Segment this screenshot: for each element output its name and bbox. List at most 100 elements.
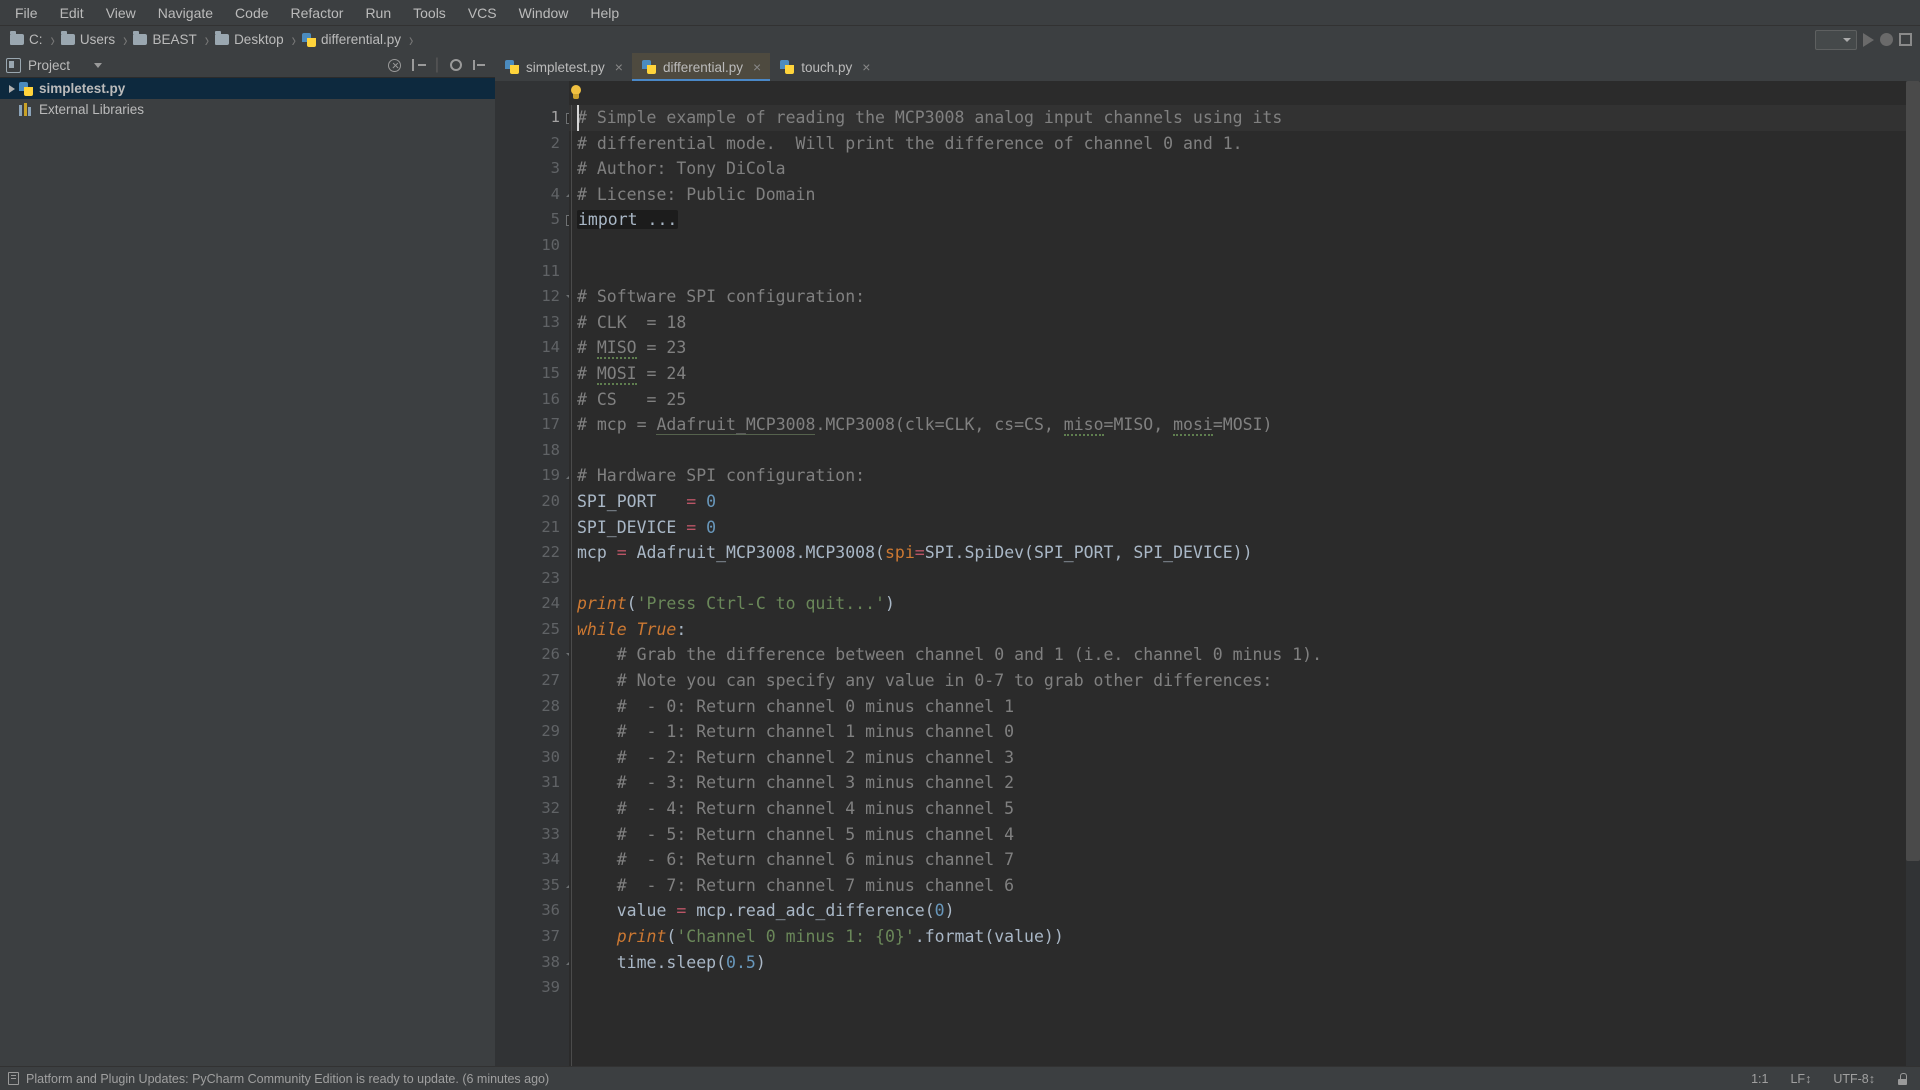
status-message[interactable]: Platform and Plugin Updates: PyCharm Com… [26, 1072, 549, 1086]
gutter-line-4[interactable]: 4 [495, 182, 569, 208]
gutter-line-2[interactable]: 2 [495, 131, 569, 157]
breadcrumb-item-differential-py[interactable]: differential.py [302, 32, 401, 47]
code-line-23[interactable] [569, 566, 1906, 592]
menu-item-run[interactable]: Run [354, 2, 402, 24]
gutter-line-18[interactable]: 18 [495, 438, 569, 464]
code-line-14[interactable]: # MISO = 23 [569, 335, 1906, 361]
gutter-line-29[interactable]: 29 [495, 719, 569, 745]
code-line-5[interactable]: import ... [569, 207, 1906, 233]
editor-tab-simpletest-py[interactable]: simpletest.py× [495, 53, 632, 81]
code-line-22[interactable]: mcp = Adafruit_MCP3008.MCP3008(spi=SPI.S… [569, 540, 1906, 566]
gutter-line-28[interactable]: 28 [495, 694, 569, 720]
breadcrumb-item-beast[interactable]: BEAST [133, 32, 196, 47]
gutter-line-16[interactable]: 16 [495, 387, 569, 413]
line-separator[interactable]: LF↕ [1790, 1072, 1811, 1086]
menu-item-file[interactable]: File [4, 2, 49, 24]
menu-item-view[interactable]: View [95, 2, 147, 24]
gear-icon[interactable] [450, 59, 462, 71]
gutter-line-25[interactable]: 25 [495, 617, 569, 643]
code-line-27[interactable]: # Note you can specify any value in 0-7 … [569, 668, 1906, 694]
code-line-21[interactable]: SPI_DEVICE = 0 [569, 515, 1906, 541]
gutter-line-5[interactable]: 5 [495, 207, 569, 233]
gutter-line-32[interactable]: 32 [495, 796, 569, 822]
code-line-38[interactable]: time.sleep(0.5) [569, 950, 1906, 976]
gutter-line-15[interactable]: 15 [495, 361, 569, 387]
editor-scrollbar-thumb[interactable] [1906, 81, 1920, 861]
gutter-line-20[interactable]: 20 [495, 489, 569, 515]
code-line-36[interactable]: value = mcp.read_adc_difference(0) [569, 898, 1906, 924]
code-line-24[interactable]: print('Press Ctrl-C to quit...') [569, 591, 1906, 617]
code-line-30[interactable]: # - 2: Return channel 2 minus channel 3 [569, 745, 1906, 771]
code-line-2[interactable]: # differential mode. Will print the diff… [569, 131, 1906, 157]
code-line-29[interactable]: # - 1: Return channel 1 minus channel 0 [569, 719, 1906, 745]
close-icon[interactable]: × [615, 60, 623, 74]
gutter-line-23[interactable]: 23 [495, 566, 569, 592]
menu-item-vcs[interactable]: VCS [457, 2, 508, 24]
tree-item-external-libraries[interactable]: External Libraries [0, 99, 495, 120]
breadcrumb-item-desktop[interactable]: Desktop [215, 32, 284, 47]
gutter-line-36[interactable]: 36 [495, 898, 569, 924]
code-line-3[interactable]: # Author: Tony DiCola [569, 156, 1906, 182]
menu-item-window[interactable]: Window [508, 2, 580, 24]
code-line-20[interactable]: SPI_PORT = 0 [569, 489, 1906, 515]
gutter-line-3[interactable]: 3 [495, 156, 569, 182]
code-line-34[interactable]: # - 6: Return channel 6 minus channel 7 [569, 847, 1906, 873]
editor-marker-strip[interactable] [1906, 81, 1920, 1066]
expand-all-icon[interactable] [412, 59, 424, 71]
menu-item-code[interactable]: Code [224, 2, 279, 24]
file-encoding[interactable]: UTF-8↕ [1833, 1072, 1875, 1086]
code-line-11[interactable] [569, 259, 1906, 285]
project-tree[interactable]: simpletest.pyExternal Libraries [0, 78, 495, 1066]
gutter-line-31[interactable]: 31 [495, 770, 569, 796]
code-line-35[interactable]: # - 7: Return channel 7 minus channel 6 [569, 873, 1906, 899]
breadcrumb-item-c-[interactable]: C: [10, 32, 43, 47]
run-configuration-selector[interactable] [1815, 30, 1857, 50]
code-line-25[interactable]: while True: [569, 617, 1906, 643]
code-line-33[interactable]: # - 5: Return channel 5 minus channel 4 [569, 822, 1906, 848]
gutter-line-30[interactable]: 30 [495, 745, 569, 771]
gutter-line-38[interactable]: 38 [495, 950, 569, 976]
gutter-line-1[interactable]: 1 [495, 105, 569, 131]
editor-tab-touch-py[interactable]: touch.py× [770, 53, 879, 81]
gutter-line-35[interactable]: 35 [495, 873, 569, 899]
gutter-line-21[interactable]: 21 [495, 515, 569, 541]
gutter-line-34[interactable]: 34 [495, 847, 569, 873]
code-line-12[interactable]: # Software SPI configuration: [569, 284, 1906, 310]
gutter-line-14[interactable]: 14 [495, 335, 569, 361]
editor-tab-differential-py[interactable]: differential.py× [632, 53, 770, 81]
gutter-line-10[interactable]: 10 [495, 233, 569, 259]
breadcrumb-item-users[interactable]: Users [61, 32, 115, 47]
code-line-32[interactable]: # - 4: Return channel 4 minus channel 5 [569, 796, 1906, 822]
gutter-line-27[interactable]: 27 [495, 668, 569, 694]
code-line-13[interactable]: # CLK = 18 [569, 310, 1906, 336]
editor-gutter[interactable]: 1234510111213141516171819202122232425262… [495, 81, 569, 1066]
menu-item-refactor[interactable]: Refactor [280, 2, 355, 24]
hide-panel-icon[interactable] [473, 59, 485, 71]
code-line-39[interactable] [569, 975, 1906, 1001]
code-line-28[interactable]: # - 0: Return channel 0 minus channel 1 [569, 694, 1906, 720]
gutter-line-37[interactable]: 37 [495, 924, 569, 950]
expand-arrow-icon[interactable] [5, 85, 19, 93]
gutter-line-19[interactable]: 19 [495, 463, 569, 489]
gutter-line-39[interactable]: 39 [495, 975, 569, 1001]
code-line-15[interactable]: # MOSI = 24 [569, 361, 1906, 387]
code-line-17[interactable]: # mcp = Adafruit_MCP3008.MCP3008(clk=CLK… [569, 412, 1906, 438]
code-line-4[interactable]: # License: Public Domain [569, 182, 1906, 208]
close-icon[interactable]: × [753, 60, 761, 74]
code-line-10[interactable] [569, 233, 1906, 259]
menu-item-navigate[interactable]: Navigate [147, 2, 224, 24]
menu-item-edit[interactable]: Edit [49, 2, 95, 24]
code-line-26[interactable]: # Grab the difference between channel 0 … [569, 642, 1906, 668]
gutter-line-33[interactable]: 33 [495, 822, 569, 848]
debug-icon[interactable] [1880, 33, 1893, 46]
code-line-1[interactable]: # Simple example of reading the MCP3008 … [569, 105, 1906, 131]
caret-position[interactable]: 1:1 [1751, 1072, 1768, 1086]
chevron-down-icon[interactable] [94, 63, 102, 68]
gutter-line-12[interactable]: 12 [495, 284, 569, 310]
code-editor[interactable]: # Simple example of reading the MCP3008 … [569, 81, 1906, 1066]
code-line-37[interactable]: print('Channel 0 minus 1: {0}'.format(va… [569, 924, 1906, 950]
gutter-line-11[interactable]: 11 [495, 259, 569, 285]
gutter-line-17[interactable]: 17 [495, 412, 569, 438]
code-line-19[interactable]: # Hardware SPI configuration: [569, 463, 1906, 489]
code-line-31[interactable]: # - 3: Return channel 3 minus channel 2 [569, 770, 1906, 796]
